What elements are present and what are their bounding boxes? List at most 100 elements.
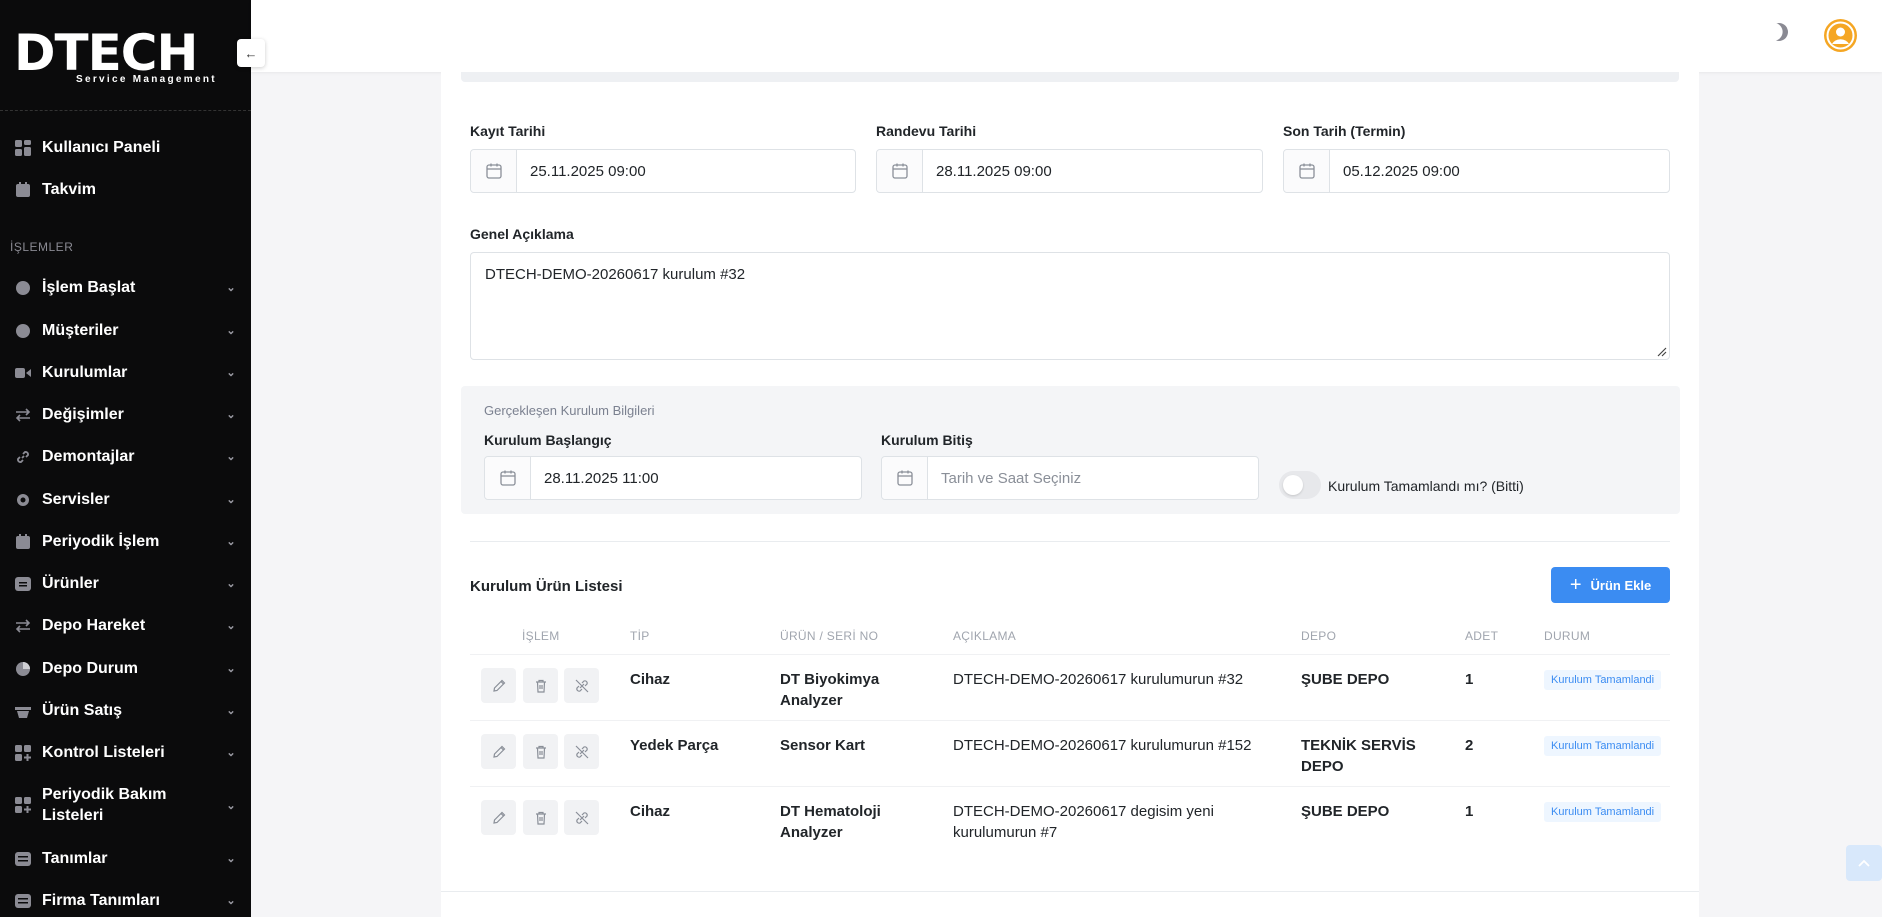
delete-button[interactable] [523, 668, 558, 703]
sidebar-item-depo-hareket[interactable]: Depo Hareket ⌄ [14, 615, 239, 636]
row-depo: ŞUBE DEPO [1301, 671, 1390, 688]
resize-grip-icon[interactable] [1655, 345, 1667, 357]
kurulum-baslangic-input[interactable]: 28.11.2025 11:00 [484, 456, 862, 500]
edit-button[interactable] [481, 734, 516, 769]
row-separator [470, 786, 1670, 787]
pencil-icon [492, 811, 505, 824]
chevron-down-icon: ⌄ [226, 663, 236, 675]
genel-aciklama-textarea[interactable]: DTECH-DEMO-20260617 kurulum #32 [470, 252, 1670, 360]
delete-button[interactable] [523, 734, 558, 769]
calendar-icon [471, 150, 517, 192]
chevron-down-icon: ⌄ [226, 367, 236, 379]
calendar-icon [877, 150, 923, 192]
sidebar-item-label: Periyodik İşlem [42, 533, 160, 550]
genel-aciklama-value: DTECH-DEMO-20260617 kurulum #32 [485, 266, 746, 283]
urun-ekle-button[interactable]: + Ürün Ekle [1551, 567, 1670, 603]
list-icon [14, 893, 32, 909]
column-header-adet: ADET [1465, 629, 1499, 643]
sidebar-item-urun-satis[interactable]: Ürün Satış ⌄ [14, 700, 239, 721]
son-tarih-label: Son Tarih (Termin) [1283, 123, 1406, 139]
box-icon [14, 576, 32, 592]
sidebar-item-musteriler[interactable]: Müşteriler ⌄ [14, 320, 239, 341]
row-separator [470, 720, 1670, 721]
pie-icon [14, 661, 32, 677]
son-tarih-value: 05.12.2025 09:00 [1343, 162, 1460, 180]
sidebar-collapse-button[interactable]: ← [237, 39, 265, 67]
sidebar-item-label: Değişimler [42, 406, 124, 423]
kayit-tarihi-input[interactable]: 25.11.2025 09:00 [470, 149, 856, 193]
status-badge: Kurulum Tamamlandi [1544, 736, 1662, 756]
kayit-tarihi-label: Kayıt Tarihi [470, 123, 546, 139]
row-aciklama: DTECH-DEMO-20260617 kurulumurun #152 [953, 737, 1252, 754]
chevron-down-icon: ⌄ [226, 494, 236, 506]
sidebar-item-depo-durum[interactable]: Depo Durum ⌄ [14, 658, 239, 679]
unlink-icon [575, 811, 588, 824]
dashboard-icon [14, 139, 32, 156]
sidebar-item-periyodik-islem[interactable]: Periyodik İşlem ⌄ [14, 531, 239, 552]
sidebar-item-servisler[interactable]: Servisler ⌄ [14, 489, 239, 510]
chevron-down-icon: ⌄ [226, 747, 236, 759]
row-aciklama: DTECH-DEMO-20260617 kurulumurun #32 [953, 671, 1244, 688]
sidebar-item-urunler[interactable]: Ürünler ⌄ [14, 573, 239, 594]
sidebar-divider [0, 110, 251, 111]
sidebar-item-tanimlar[interactable]: Tanımlar ⌄ [14, 848, 239, 869]
son-tarih-input[interactable]: 05.12.2025 09:00 [1283, 149, 1670, 193]
urun-ekle-label: Ürün Ekle [1590, 577, 1652, 593]
sidebar-item-takvim[interactable]: Takvim [14, 179, 239, 200]
edit-button[interactable] [481, 668, 516, 703]
product-list-title: Kurulum Ürün Listesi [470, 578, 623, 595]
delete-button[interactable] [523, 800, 558, 835]
sidebar-item-kullanici-paneli[interactable]: Kullanıcı Paneli [14, 137, 239, 158]
unlink-icon [575, 745, 588, 758]
unlink-button[interactable] [564, 668, 599, 703]
calendar-icon [485, 457, 531, 499]
row-tip: Cihaz [630, 671, 671, 688]
arrow-left-icon: ← [244, 45, 258, 61]
logo-subtitle: Service Management [76, 74, 217, 85]
sidebar-item-firma-tanimlari[interactable]: Firma Tanımları ⌄ [14, 890, 239, 911]
avatar[interactable] [1824, 19, 1857, 52]
sidebar-item-label: Kullanıcı Paneli [42, 139, 161, 156]
chevron-down-icon: ⌄ [226, 895, 236, 907]
sidebar-item-label: Periyodik Bakım Listeleri [42, 786, 167, 824]
chevron-down-icon: ⌄ [226, 578, 236, 590]
card-footer-divider [441, 891, 1699, 892]
topbar [251, 0, 1882, 72]
row-tip: Yedek Parça [630, 737, 719, 754]
column-header-urun: ÜRÜN / SERİ NO [780, 629, 879, 643]
unlink-button[interactable] [564, 734, 599, 769]
sidebar-item-degisimler[interactable]: Değişimler ⌄ [14, 404, 239, 425]
scroll-top-button[interactable] [1846, 845, 1882, 881]
column-header-tip: TİP [630, 629, 650, 643]
sidebar-item-kontrol-listeleri[interactable]: Kontrol Listeleri ⌄ [14, 742, 239, 763]
unlink-button[interactable] [564, 800, 599, 835]
kurulum-baslangic-label: Kurulum Başlangıç [484, 432, 612, 448]
list-icon [14, 851, 32, 867]
pencil-icon [492, 679, 505, 692]
randevu-tarihi-input[interactable]: 28.11.2025 09:00 [876, 149, 1263, 193]
edit-button[interactable] [481, 800, 516, 835]
trash-icon [535, 745, 546, 759]
logo[interactable]: DTECH Service Management [14, 28, 217, 86]
row-urun: DT Hematoloji Analyzer [780, 803, 881, 841]
calendar-icon [1284, 150, 1330, 192]
column-header-depo: DEPO [1301, 629, 1337, 643]
sidebar-item-kurulumlar[interactable]: Kurulumlar ⌄ [14, 362, 239, 383]
row-depo: ŞUBE DEPO [1301, 803, 1390, 820]
kurulum-tamamlandi-label: Kurulum Tamamlandı mı? (Bitti) [1328, 478, 1524, 494]
sidebar-item-periyodik-bakim-listeleri[interactable]: Periyodik Bakım Listeleri ⌄ [14, 784, 239, 826]
sidebar-item-islem-baslat[interactable]: İşlem Başlat ⌄ [14, 277, 239, 298]
kurulum-bitis-input[interactable]: Tarih ve Saat Seçiniz [881, 456, 1259, 500]
row-adet: 2 [1465, 737, 1474, 754]
chevron-up-icon [1858, 859, 1870, 867]
kurulum-baslangic-value: 28.11.2025 11:00 [544, 469, 659, 487]
kurulum-tamamlandi-toggle[interactable] [1279, 471, 1321, 499]
sidebar-item-label: Tanımlar [42, 850, 108, 867]
user-icon [1826, 21, 1855, 50]
chevron-down-icon: ⌄ [226, 451, 236, 463]
sidebar-item-demontajlar[interactable]: Demontajlar ⌄ [14, 446, 239, 467]
sidebar-item-label: Ürünler [42, 575, 99, 592]
swap-icon [14, 618, 32, 634]
bolt-icon [14, 280, 32, 296]
sidebar-section-label: İŞLEMLER [10, 240, 74, 254]
